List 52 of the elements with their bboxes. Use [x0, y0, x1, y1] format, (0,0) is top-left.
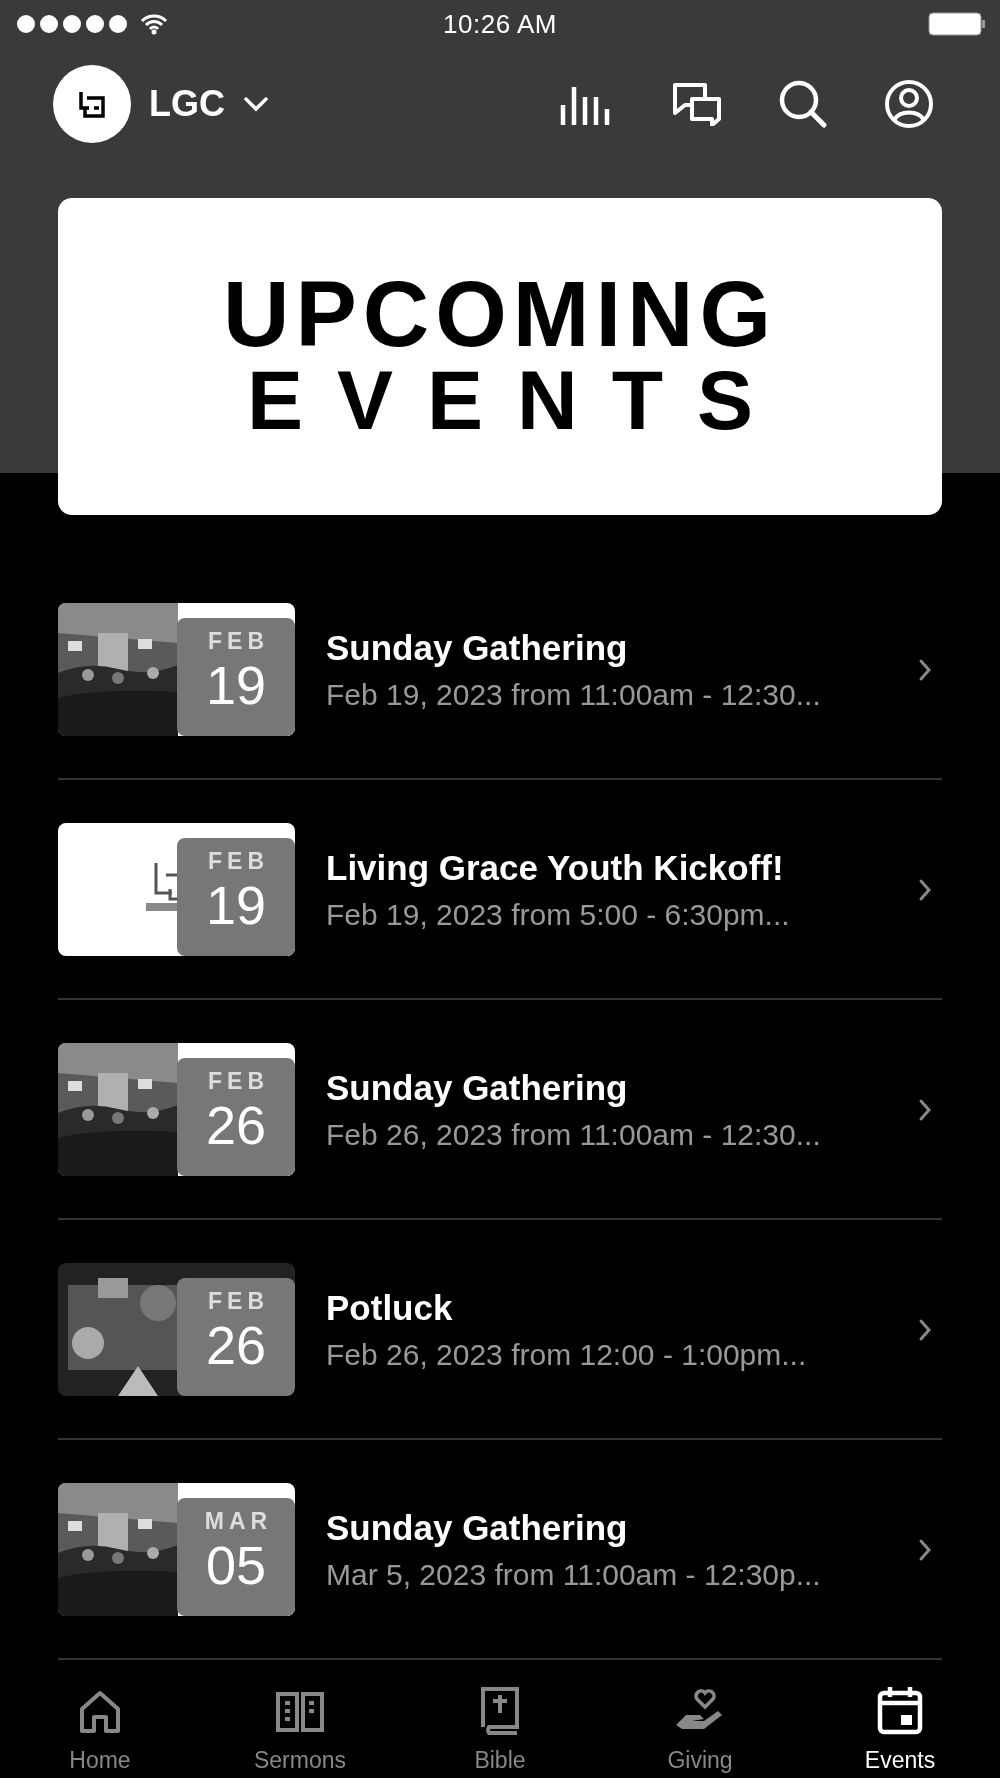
home-icon — [78, 1689, 122, 1735]
chevron-right-icon — [918, 657, 932, 682]
event-details: Feb 19, 2023 from 5:00 - 6:30pm... — [326, 897, 791, 932]
badge-day: 26 — [205, 1315, 267, 1375]
event-row[interactable]: FEB 26 Potluck Feb 26, 2023 from 12:00 - 1:00pm... — [58, 1220, 942, 1440]
chevron-right-icon — [918, 1317, 932, 1342]
signal-icon — [16, 14, 128, 34]
badge-month: FEB — [208, 1288, 269, 1315]
event-title: Sunday Gathering — [326, 1507, 629, 1548]
church-logo-icon — [53, 65, 131, 143]
chevron-right-icon — [918, 877, 932, 902]
event-row[interactable]: FEB 26 Sunday Gathering Feb 26, 2023 from 11:00am - 12:30... — [58, 1000, 942, 1220]
badge-day: 26 — [205, 1095, 267, 1155]
badge-month: FEB — [208, 1068, 269, 1095]
tab-bar-item[interactable]: Sermons — [230, 1674, 370, 1774]
chevron-right-icon — [918, 1537, 932, 1562]
event-details: Feb 26, 2023 from 11:00am - 12:30... — [326, 1117, 822, 1152]
badge-month: FEB — [208, 628, 269, 655]
badge-day: 05 — [205, 1535, 267, 1595]
upcoming-events-banner[interactable]: UPCOMING EVENTS — [58, 198, 942, 515]
badge-day: 19 — [205, 655, 267, 715]
event-title: Sunday Gathering — [326, 1067, 629, 1108]
badge-day: 19 — [205, 875, 267, 935]
event-details: Feb 19, 2023 from 11:00am - 12:30... — [326, 677, 822, 712]
event-title: Sunday Gathering — [326, 627, 629, 668]
bible-icon — [479, 1685, 521, 1735]
tab-bar-item[interactable]: Home — [30, 1674, 170, 1774]
calendar-icon — [877, 1685, 923, 1735]
event-title: Living Grace Youth Kickoff! — [326, 847, 785, 888]
banner-title: UPCOMING — [223, 270, 777, 357]
banner-subtitle: EVENTS — [246, 356, 788, 443]
church-name[interactable]: LGC — [149, 83, 225, 125]
badge-month: MAR — [204, 1508, 273, 1535]
tab-bar-item[interactable]: Bible — [430, 1674, 570, 1774]
battery-icon — [928, 12, 986, 36]
wifi-icon — [140, 13, 168, 35]
tab-bar-item[interactable]: Events — [830, 1674, 970, 1774]
chevron-down-icon[interactable] — [243, 96, 269, 112]
chevron-right-icon — [918, 1097, 932, 1122]
event-row[interactable]: FEB 19 Living Grace Youth Kickoff! Feb 19, 2023 from 5:00 - 6:30pm... — [58, 780, 942, 1000]
account-icon[interactable] — [884, 79, 934, 129]
event-details: Feb 26, 2023 from 12:00 - 1:00pm... — [326, 1337, 808, 1372]
tab-bar-item[interactable]: Giving — [630, 1674, 770, 1774]
event-row[interactable]: FEB 19 Sunday Gathering Feb 19, 2023 from 11:00am - 12:30... — [58, 560, 942, 780]
event-details: Mar 5, 2023 from 11:00am - 12:30p... — [326, 1557, 822, 1592]
open-book-icon — [275, 1691, 325, 1735]
event-row[interactable]: MAR 05 Sunday Gathering Mar 5, 2023 from 11:00am - 12:30p... — [58, 1440, 942, 1660]
event-title: Potluck — [326, 1287, 454, 1328]
chat-icon[interactable] — [672, 82, 722, 126]
search-icon[interactable] — [778, 79, 828, 129]
status-time: 10:26 AM — [443, 8, 557, 40]
badge-month: FEB — [208, 848, 269, 875]
